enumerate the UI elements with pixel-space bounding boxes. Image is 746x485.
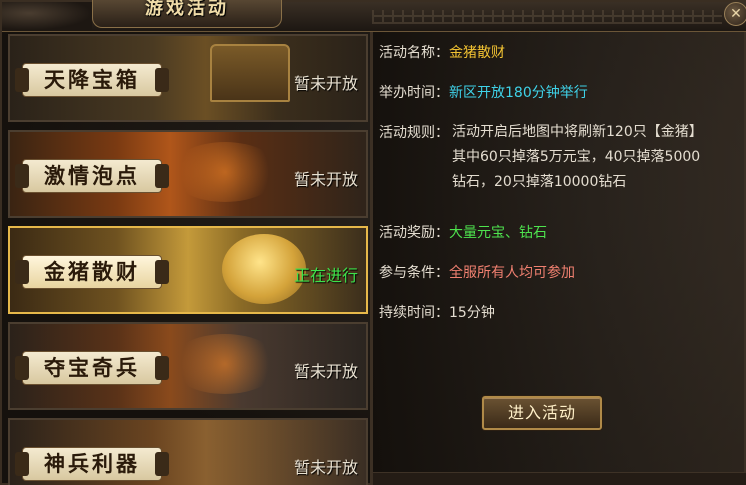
activity-list: 天降宝箱 暂未开放 激情泡点 暂未开放 金猪散财 正在进行 夺宝奇兵 暂未开放 …	[8, 34, 370, 485]
activity-name-plate: 天降宝箱	[15, 63, 169, 97]
activity-name-plate: 激情泡点	[15, 159, 169, 193]
activity-name: 激情泡点	[44, 163, 140, 188]
detail-name-value: 金猪散财	[449, 45, 505, 61]
activity-status: 正在进行	[293, 266, 358, 285]
activity-name: 神兵利器	[44, 451, 140, 476]
treasure-chest-icon	[210, 44, 290, 102]
activity-status: 暂未开放	[293, 362, 358, 381]
close-icon[interactable]: ✕	[724, 2, 746, 26]
fire-glow	[170, 334, 280, 394]
detail-condition-row: 参与条件：全服所有人均可参加	[379, 262, 575, 284]
detail-label: 活动名称：	[379, 45, 449, 61]
activity-name: 金猪散财	[44, 259, 140, 284]
activity-name: 夺宝奇兵	[44, 355, 140, 380]
detail-label: 活动规则：	[379, 125, 449, 141]
enter-activity-button[interactable]: 进入活动	[482, 396, 602, 430]
bottom-bar	[373, 472, 746, 485]
activity-status: 暂未开放	[293, 458, 358, 477]
fire-glow	[170, 142, 280, 202]
activity-status: 暂未开放	[293, 170, 358, 189]
title-plate: 游戏活动	[92, 0, 282, 28]
window-title: 游戏活动	[145, 0, 229, 19]
detail-name-row: 活动名称：金猪散财	[379, 42, 505, 64]
dragon-ornament	[2, 2, 92, 30]
fret-ornament	[372, 10, 722, 24]
title-bar: 游戏活动 ✕	[2, 0, 746, 32]
detail-time-value: 新区开放180分钟举行	[449, 85, 588, 101]
detail-label: 持续时间：	[379, 305, 449, 321]
detail-rule-text: 活动开启后地图中将刷新120只【金猪】 其中60只掉落5万元宝，40只掉落500…	[452, 120, 703, 195]
detail-label: 参与条件：	[379, 265, 449, 281]
detail-label: 举办时间：	[379, 85, 449, 101]
activity-name-plate: 夺宝奇兵	[15, 351, 169, 385]
activity-card-jinzhu[interactable]: 金猪散财 正在进行	[8, 226, 368, 314]
detail-reward-row: 活动奖励：大量元宝、钻石	[379, 222, 547, 244]
detail-rule-row: 活动规则：	[379, 122, 449, 144]
detail-time-row: 举办时间：新区开放180分钟举行	[379, 82, 588, 104]
activity-card-shenbing[interactable]: 神兵利器 暂未开放	[8, 418, 368, 485]
activity-card-tianjiang[interactable]: 天降宝箱 暂未开放	[8, 34, 368, 122]
activity-card-duobao[interactable]: 夺宝奇兵 暂未开放	[8, 322, 368, 410]
detail-duration-row: 持续时间：15分钟	[379, 302, 495, 324]
detail-label: 活动奖励：	[379, 225, 449, 241]
activity-status: 暂未开放	[293, 74, 358, 93]
activity-window: 游戏活动 ✕ 天降宝箱 暂未开放 激情泡点 暂未开放 金猪散财 正在进行 夺宝奇…	[0, 0, 746, 485]
rule-line: 活动开启后地图中将刷新120只【金猪】	[452, 124, 703, 140]
detail-reward-value: 大量元宝、钻石	[449, 225, 547, 241]
detail-condition-value: 全服所有人均可参加	[449, 265, 575, 281]
activity-name: 天降宝箱	[44, 67, 140, 92]
detail-duration-value: 15分钟	[449, 305, 495, 321]
activity-name-plate: 金猪散财	[15, 255, 169, 289]
rule-line: 其中60只掉落5万元宝，40只掉落5000	[452, 149, 701, 165]
rule-line: 钻石，20只掉落10000钻石	[452, 174, 627, 190]
activity-card-jiqing[interactable]: 激情泡点 暂未开放	[8, 130, 368, 218]
activity-name-plate: 神兵利器	[15, 447, 169, 481]
